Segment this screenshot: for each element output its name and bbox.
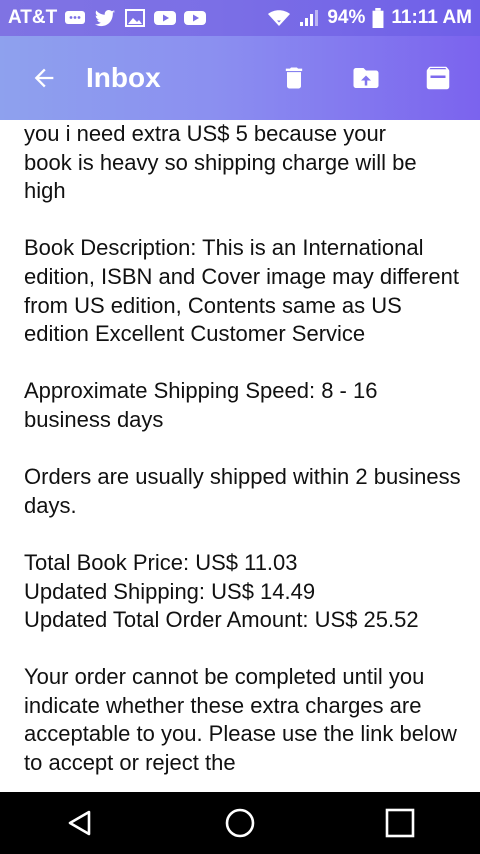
footer-notice: Your order cannot be completed until you… xyxy=(24,664,457,776)
delete-icon xyxy=(280,64,308,92)
email-body: you i need extra US$ 5 because your book… xyxy=(24,120,464,792)
youtube-icon xyxy=(183,8,207,28)
nav-home-button[interactable] xyxy=(216,799,264,847)
status-right: 94% 11:11 AM xyxy=(267,7,472,29)
status-bar: AT&T 94% 11:11 AM xyxy=(0,0,480,36)
back-arrow-icon xyxy=(30,64,58,92)
youtube-icon xyxy=(153,8,177,28)
signal-icon xyxy=(297,8,321,28)
shipping-speed: Approximate Shipping Speed: 8 - 16 busin… xyxy=(24,378,378,432)
ship-within: Orders are usually shipped within 2 busi… xyxy=(24,464,461,518)
recents-square-icon xyxy=(385,808,415,838)
page-title: Inbox xyxy=(86,62,161,93)
move-to-button[interactable] xyxy=(346,58,386,98)
carrier-label: AT&T xyxy=(8,7,58,28)
image-icon xyxy=(123,8,147,28)
total-book-price: Total Book Price: US$ 11.03 xyxy=(24,549,298,575)
move-to-icon xyxy=(351,63,381,93)
updated-total: Updated Total Order Amount: US$ 25.52 xyxy=(24,607,419,633)
app-bar: Inbox xyxy=(0,36,480,120)
battery-icon xyxy=(371,8,385,28)
chat-icon xyxy=(63,8,87,28)
archive-icon xyxy=(423,63,453,93)
delete-button[interactable] xyxy=(274,58,314,98)
navigation-bar xyxy=(0,792,480,854)
clock: 11:11 AM xyxy=(391,7,472,28)
email-line: high xyxy=(24,178,66,204)
email-line: you i need extra US$ 5 because your xyxy=(24,121,387,146)
nav-back-button[interactable] xyxy=(56,799,104,847)
email-content[interactable]: you i need extra US$ 5 because your book… xyxy=(0,120,480,792)
status-left: AT&T xyxy=(8,7,207,29)
twitter-icon xyxy=(93,8,117,28)
back-button[interactable] xyxy=(24,58,64,98)
updated-shipping: Updated Shipping: US$ 14.49 xyxy=(24,578,316,604)
wifi-icon xyxy=(267,8,291,28)
back-triangle-icon xyxy=(65,808,95,838)
book-description: Book Description: This is an Internation… xyxy=(24,235,459,347)
email-line: book is heavy so shipping charge will be xyxy=(24,149,417,175)
email-paragraph-intro: you i need extra US$ 5 because your book… xyxy=(24,120,464,206)
app-actions xyxy=(274,58,480,98)
nav-recents-button[interactable] xyxy=(376,799,424,847)
archive-button[interactable] xyxy=(418,58,458,98)
price-summary: Total Book Price: US$ 11.03 Updated Ship… xyxy=(24,549,464,635)
home-circle-icon xyxy=(224,807,256,839)
battery-percent: 94% xyxy=(327,7,366,28)
